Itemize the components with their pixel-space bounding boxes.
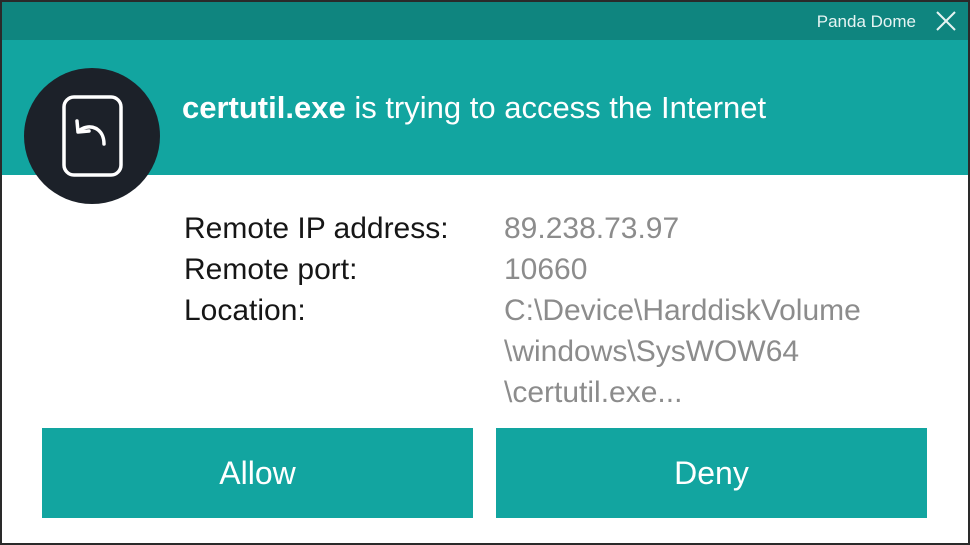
return-arrow-document-icon [24,68,160,204]
remote-port-value: 10660 [504,253,588,286]
location-line: \windows\SysWOW64 [504,335,800,368]
remote-ip-row: Remote IP address: 89.238.73.97 [184,208,861,249]
connection-details: Remote IP address: 89.238.73.97 Remote p… [184,208,861,413]
title-bar: Panda Dome [2,2,968,40]
remote-ip-label: Remote IP address: [184,212,449,245]
app-title: Panda Dome [816,12,916,31]
location-row: Location: C:\Device\HarddiskVolume \wind… [184,290,861,413]
location-label: Location: [184,294,306,327]
remote-port-row: Remote port: 10660 [184,249,861,290]
location-value: C:\Device\HarddiskVolume \windows\SysWOW… [504,290,861,413]
remote-port-label: Remote port: [184,253,358,286]
alert-message: is trying to access the Internet [345,90,767,125]
close-icon[interactable] [932,7,960,35]
location-line: C:\Device\HarddiskVolume [504,294,861,327]
deny-button[interactable]: Deny [496,428,927,518]
location-line: \certutil.exe... [504,376,683,409]
process-name: certutil.exe [182,90,346,125]
firewall-alert-dialog: Panda Dome certutil.exe is trying to acc… [0,0,970,545]
alert-title: certutil.exe is trying to access the Int… [182,90,766,126]
remote-ip-value: 89.238.73.97 [504,212,680,245]
allow-button[interactable]: Allow [42,428,473,518]
